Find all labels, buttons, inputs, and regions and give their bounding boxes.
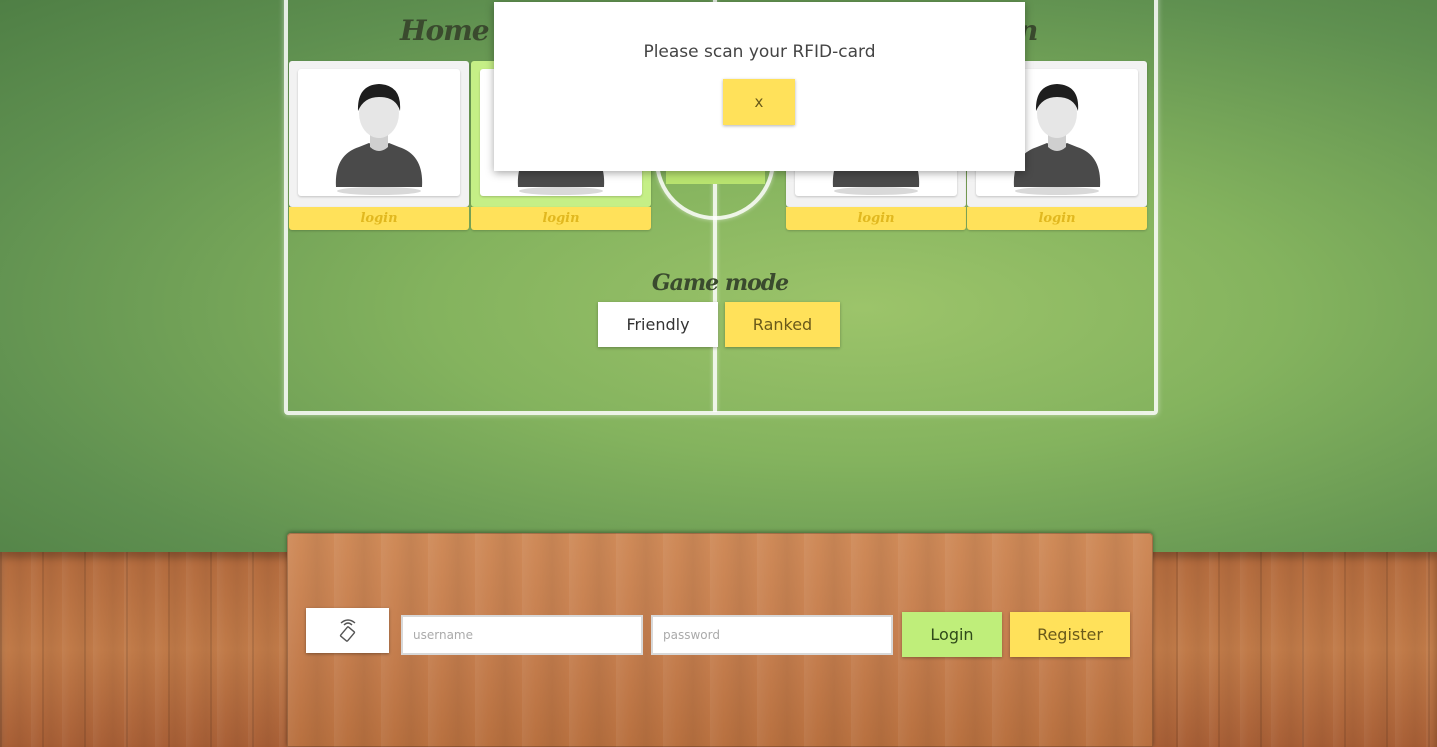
player-login-button[interactable]: login (786, 207, 966, 230)
login-button[interactable]: Login (902, 612, 1002, 657)
player-login-button[interactable]: login (967, 207, 1147, 230)
avatar (298, 69, 460, 196)
game-mode-title: Game mode (651, 270, 789, 296)
rfid-icon (339, 618, 355, 642)
username-input[interactable] (401, 615, 643, 655)
player-card-home-1[interactable] (289, 61, 469, 207)
register-button[interactable]: Register (1010, 612, 1130, 657)
modal-message: Please scan your RFID-card (643, 42, 876, 62)
player-login-button[interactable]: login (289, 207, 469, 230)
modal-close-button[interactable]: x (723, 79, 795, 125)
friendly-mode-button[interactable]: Friendly (598, 302, 718, 347)
rfid-scan-modal: Please scan your RFID-card x (494, 2, 1025, 171)
rfid-button[interactable] (306, 608, 389, 653)
ranked-mode-button[interactable]: Ranked (725, 302, 840, 347)
person-avatar-icon (335, 84, 423, 195)
player-login-button[interactable]: login (471, 207, 651, 230)
password-input[interactable] (651, 615, 893, 655)
